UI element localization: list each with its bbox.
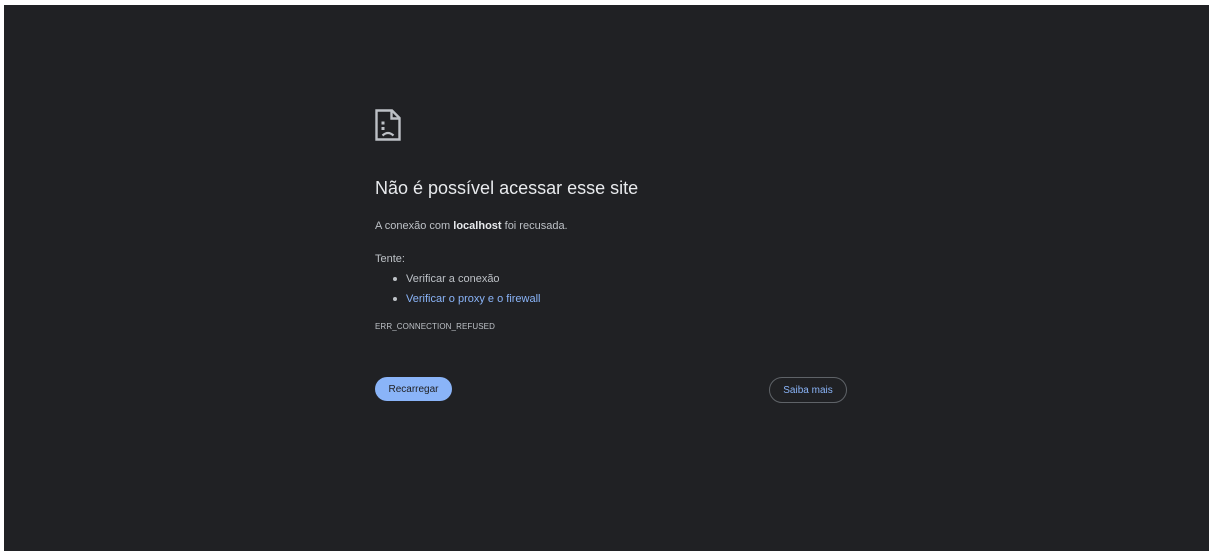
page-title: Não é possível acessar esse site [375,178,639,198]
error-code: ERR_CONNECTION_REFUSED [375,322,495,331]
sad-page-icon [375,109,401,141]
suggestions-list: Verificar a conexão Verificar o proxy e … [375,269,541,309]
browser-viewport: Não é possível acessar esse site A conex… [4,5,1209,551]
reload-button[interactable]: Recarregar [375,377,452,401]
suggestion-check-proxy-firewall-link[interactable]: Verificar o proxy e o firewall [375,289,541,309]
suggestion-check-connection: Verificar a conexão [375,269,541,289]
host-name: localhost [453,220,502,232]
error-description: A conexão com localhost foi recusada. [375,220,568,232]
try-label: Tente: [375,253,405,265]
description-prefix: A conexão com [375,220,454,232]
description-suffix: foi recusada. [501,220,568,232]
learn-more-button[interactable]: Saiba mais [769,377,847,403]
